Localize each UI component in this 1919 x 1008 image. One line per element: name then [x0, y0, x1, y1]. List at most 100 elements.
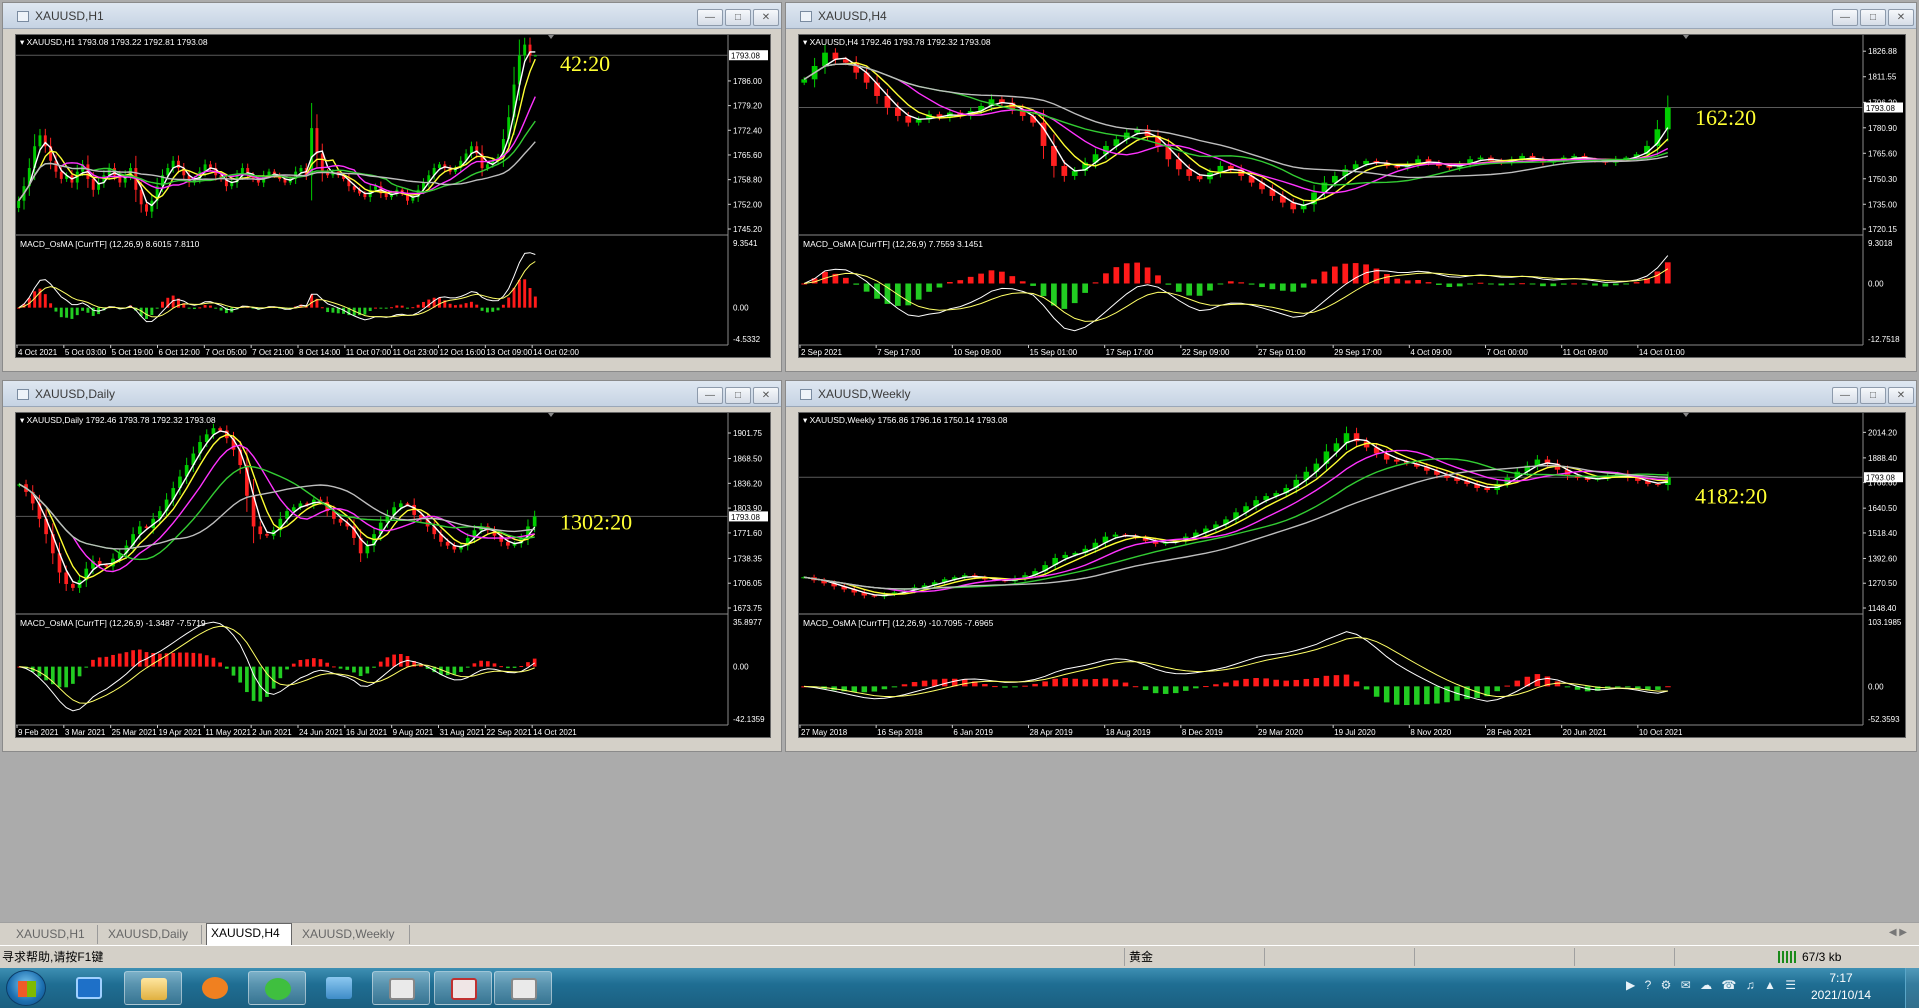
candle-body [365, 545, 370, 554]
time-tick-label: 11 May 2021 [205, 728, 251, 737]
price-tick-label: 1771.60 [733, 529, 762, 538]
osma-bar [81, 307, 85, 311]
osma-bar [1446, 283, 1453, 287]
osma-bar [1122, 682, 1129, 687]
window-titlebar[interactable]: XAUUSD,Weekly — □ ✕ [786, 381, 1916, 407]
candle-body [176, 160, 180, 169]
osma-bar [305, 659, 309, 667]
taskbar-app-button[interactable] [310, 971, 368, 1005]
tab-xauusd-h4[interactable]: XAUUSD,H4 [206, 923, 292, 945]
tab-xauusd-h1[interactable]: XAUUSD,H1 [12, 925, 98, 944]
bar-countdown: 4182:20 [1695, 483, 1767, 508]
minimize-button[interactable]: — [697, 9, 723, 26]
price-chart-svg: 2014.201888.401793.081766.601640.501518.… [799, 413, 1903, 737]
window-titlebar[interactable]: XAUUSD,Daily — □ ✕ [3, 381, 781, 407]
taskbar: ▶ ? ⚙ ✉ ☁ ☎ ♫ ▲ ☰ 7:17 2021/10/14 [0, 968, 1919, 1008]
time-tick-label: 18 Aug 2019 [1106, 728, 1151, 737]
maximize-button[interactable]: □ [725, 9, 751, 26]
osma-bar [1363, 686, 1370, 690]
osma-bar [853, 283, 860, 285]
minimize-button[interactable]: — [1832, 9, 1858, 26]
osma-bar [298, 659, 303, 667]
status-profile: 黄金 [1124, 948, 1264, 966]
candle-body [267, 171, 271, 176]
candle [863, 66, 870, 90]
candle [841, 583, 847, 593]
osma-bar [192, 307, 196, 310]
candle [526, 519, 530, 546]
taskbar-app-button[interactable] [494, 971, 552, 1005]
status-divider [1414, 948, 1574, 966]
price-tick-label: 1673.75 [733, 604, 762, 613]
osma-bar [422, 301, 425, 308]
close-button[interactable]: ✕ [753, 387, 779, 404]
chart-plot-area[interactable]: 2014.20 1888.40 1793.08 1766.60 1640.50 1518.… [798, 412, 1906, 738]
taskbar-clock[interactable]: 7:17 2021/10/14 [1799, 970, 1883, 1004]
taskbar-app-button[interactable] [372, 971, 430, 1005]
chart-window-daily[interactable]: XAUUSD,Daily — □ ✕ 1901.75 1868.50 1836.20… [2, 380, 782, 752]
osma-bar [1217, 283, 1224, 285]
chart-plot-area[interactable]: 1793.08 1786.00 1779.20 1772.40 1765.60 1758.… [15, 34, 771, 358]
time-tick-label: 8 Nov 2020 [1410, 728, 1451, 737]
chart-window-h1[interactable]: XAUUSD,H1 — □ ✕ 1793.08 1786.00 1779.20 177… [2, 2, 782, 372]
macd-line [803, 255, 1669, 332]
candle [1664, 95, 1671, 142]
osma-bar [1311, 279, 1317, 284]
window-titlebar[interactable]: XAUUSD,H4 — □ ✕ [786, 3, 1916, 29]
candle-body [532, 516, 537, 527]
chart-plot-area[interactable]: 1901.75 1868.50 1836.20 1803.90 1793.08 1771.… [15, 412, 771, 738]
system-tray-icons[interactable]: ▶ ? ⚙ ✉ ☁ ☎ ♫ ▲ ☰ [1626, 978, 1799, 992]
osma-bar [191, 652, 196, 667]
candle [1022, 572, 1028, 582]
close-button[interactable]: ✕ [1888, 9, 1914, 26]
osma-bar [465, 666, 470, 668]
osma-bar [325, 662, 330, 667]
candle [1233, 508, 1239, 524]
price-tick-label: 1836.20 [733, 479, 762, 488]
minimize-button[interactable]: — [1832, 387, 1858, 404]
price-tick-label: 1735.00 [1868, 200, 1897, 209]
taskbar-app-button[interactable] [186, 971, 244, 1005]
osma-bar [1415, 280, 1421, 284]
osma-bar [1132, 686, 1139, 688]
price-tick-label: 1811.55 [1868, 73, 1897, 82]
taskbar-app-button[interactable] [124, 971, 182, 1005]
chart-window-h4[interactable]: XAUUSD,H4 — □ ✕ 1826.881811.551796.20179… [785, 2, 1917, 372]
start-button[interactable] [6, 970, 46, 1006]
osma-bar [1313, 678, 1320, 687]
tab-scroll-arrows-icon[interactable]: ◀ ▶ [1889, 927, 1907, 938]
osma-bar [1494, 686, 1500, 692]
osma-bar [491, 307, 495, 312]
maximize-button[interactable]: □ [725, 387, 751, 404]
tab-xauusd-weekly[interactable]: XAUUSD,Weekly [298, 925, 410, 944]
chart-plot-area[interactable]: 1826.881811.551796.201793.081780.901765.… [798, 34, 1906, 358]
osma-bar [485, 307, 489, 313]
minimize-button[interactable]: — [697, 387, 723, 404]
candle-body [533, 55, 537, 57]
close-button[interactable]: ✕ [1888, 387, 1914, 404]
bar-countdown: 1302:20 [560, 510, 632, 535]
window-titlebar[interactable]: XAUUSD,H1 — □ ✕ [3, 3, 781, 29]
chart-window-weekly[interactable]: XAUUSD,Weekly — □ ✕ 2014.20 1888.40 1793.0… [785, 380, 1917, 752]
taskbar-wechat-button[interactable] [248, 971, 306, 1005]
maximize-button[interactable]: □ [1860, 387, 1886, 404]
candle [1052, 553, 1058, 570]
close-button[interactable]: ✕ [753, 9, 779, 26]
candle [258, 521, 263, 540]
chart-window-icon [800, 389, 812, 400]
osma-bar [472, 663, 477, 667]
osma-bar [374, 307, 378, 309]
time-tick-label: 5 Oct 03:00 [65, 348, 107, 357]
show-desktop-button[interactable] [1905, 968, 1919, 1008]
price-tick-label: 1888.40 [1868, 454, 1897, 463]
osma-bar [218, 662, 222, 667]
osma-bar [1144, 267, 1151, 284]
clock-time: 7:17 [1829, 971, 1853, 985]
tab-xauusd-daily[interactable]: XAUUSD,Daily [104, 925, 202, 944]
osma-bar [1655, 686, 1661, 690]
maximize-button[interactable]: □ [1860, 9, 1886, 26]
ma-white-line [18, 430, 536, 585]
osma-bar [1633, 282, 1640, 284]
taskbar-app-button[interactable] [434, 971, 492, 1005]
taskbar-desktop-button[interactable] [60, 971, 118, 1005]
